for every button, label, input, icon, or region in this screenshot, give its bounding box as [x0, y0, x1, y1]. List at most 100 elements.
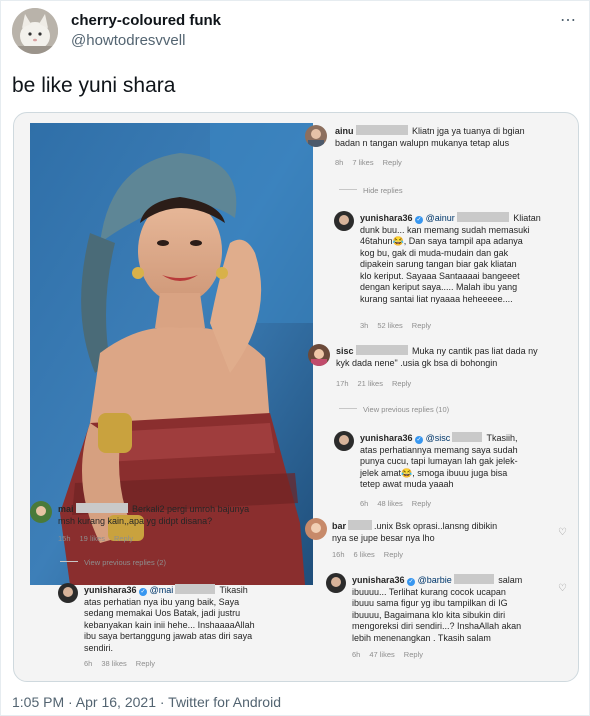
- comment-text: Muka ny cantik pas liat dada ny: [412, 346, 538, 356]
- view-previous-replies-link[interactable]: View previous replies (10): [339, 405, 449, 414]
- comment-user[interactable]: mai: [58, 504, 74, 514]
- commenter-avatar[interactable]: [334, 431, 354, 451]
- comment-time: 15h: [58, 534, 71, 543]
- comment-likes[interactable]: 21 likes: [358, 379, 383, 388]
- comment-text: klo keriput. Sayaaa Santaaaai bangeeet: [360, 270, 520, 281]
- comment-user[interactable]: sisc: [336, 346, 354, 356]
- comment-text: jelek amat😂, smoga ibuuu juga bisa: [360, 467, 508, 478]
- comment-user[interactable]: yunishara36: [360, 213, 413, 223]
- reply-link[interactable]: Reply: [412, 499, 431, 508]
- comment-text: 46tahun😂, Dan saya tampil apa adanya: [360, 236, 523, 246]
- comment-likes[interactable]: 6 likes: [354, 550, 375, 559]
- comment-text: Berkali2 pergi umroh bajunya: [132, 504, 250, 514]
- comment-user[interactable]: bar: [332, 521, 346, 531]
- tweet-media-image[interactable]: ainu Kliatn jga ya tuanya di bgian badan…: [13, 112, 579, 682]
- reply-link[interactable]: Reply: [114, 534, 133, 543]
- comment-meta: 3h 52 likes Reply: [360, 321, 440, 330]
- comment-ainu: ainu Kliatn jga ya tuanya di bgian badan…: [335, 125, 525, 149]
- comment-text: kyk dada nene" .usia gk bsa di bohongin: [336, 357, 498, 368]
- comment-text: Tkasiih,: [486, 433, 518, 443]
- view-previous-replies-link[interactable]: View previous replies (2): [60, 558, 166, 567]
- reply-link[interactable]: Reply: [383, 158, 402, 167]
- reply-link[interactable]: Reply: [384, 550, 403, 559]
- comment-text: ibuuuu... Terlihat kurang cocok ucapan: [352, 586, 506, 597]
- comment-text: Bsk oprasi..lansng dibikin: [395, 521, 498, 531]
- reply-yunishara-2: yunishara36 ✓ @sisc Tkasiih, atas perhat…: [360, 432, 570, 491]
- reply-yunishara-1: yunishara36 ✓ @ainur Kliatan dunk buu...…: [360, 212, 570, 305]
- commenter-avatar[interactable]: [334, 211, 354, 231]
- mention-link[interactable]: @ainur: [426, 213, 455, 223]
- comment-text: Kliatn jga ya tuanya di bgian: [412, 126, 525, 136]
- comment-text: Kliatan: [513, 213, 541, 223]
- user-handle[interactable]: @howtodresvvell: [71, 32, 185, 49]
- tweet-text: be like yuni shara: [12, 74, 176, 97]
- comment-likes[interactable]: 48 likes: [377, 499, 402, 508]
- redaction-block: [355, 125, 408, 135]
- commenter-avatar[interactable]: [305, 125, 327, 147]
- comment-meta: 6h 47 likes Reply: [352, 650, 432, 659]
- comment-meta: 15h 19 likes Reply: [58, 534, 142, 543]
- commenter-avatar[interactable]: [305, 518, 327, 540]
- comment-text: lebih menenangkan . Tkasih salam: [352, 632, 491, 643]
- comment-likes[interactable]: 19 likes: [80, 534, 105, 543]
- comment-time: 17h: [336, 379, 349, 388]
- comment-time: 6h: [360, 499, 369, 508]
- comment-text: msh kurang kain,,apa yg didpt disana?: [58, 515, 213, 526]
- commenter-avatar[interactable]: [326, 573, 346, 593]
- comment-user[interactable]: yunishara36: [352, 575, 405, 585]
- commenter-avatar[interactable]: [308, 344, 330, 366]
- more-options-icon[interactable]: ⋯: [560, 10, 577, 30]
- redaction-block: [452, 432, 483, 442]
- redaction-block: [75, 503, 128, 513]
- comment-likes[interactable]: 47 likes: [369, 650, 394, 659]
- reply-link[interactable]: Reply: [136, 659, 155, 668]
- reply-link[interactable]: Reply: [412, 321, 431, 330]
- redaction-block: [456, 212, 509, 222]
- tweet-timestamp-source[interactable]: 1:05 PM · Apr 16, 2021 · Twitter for And…: [12, 694, 281, 710]
- commenter-avatar[interactable]: [58, 583, 78, 603]
- mention-link[interactable]: @sisc: [426, 433, 451, 443]
- comment-time: 8h: [335, 158, 344, 167]
- commenter-avatar[interactable]: [30, 501, 52, 523]
- comment-text: salam: [498, 575, 523, 585]
- reply-yunishara-4: yunishara36 ✓ @barbie salam ibuuuu... Te…: [352, 574, 564, 644]
- comment-user-tail: .unix: [374, 521, 394, 531]
- comment-text: ibuuu sama figur yg ibu tampilkan di IG: [352, 598, 508, 608]
- hide-replies-link[interactable]: Hide replies: [339, 186, 403, 195]
- redaction-block: [175, 584, 216, 594]
- comment-user[interactable]: yunishara36: [84, 585, 137, 595]
- comment-likes[interactable]: 52 likes: [377, 321, 402, 330]
- comment-text: atas perhatian nya ibu yang baik, Saya: [84, 596, 240, 607]
- comment-likes[interactable]: 7 likes: [352, 158, 373, 167]
- comment-text: atas perhatiannya memang saya sudah: [360, 444, 518, 455]
- comment-likes[interactable]: 38 likes: [101, 659, 126, 668]
- comment-meta: 6h 38 likes Reply: [84, 659, 164, 668]
- reply-link[interactable]: Reply: [404, 650, 423, 659]
- comment-text: sendiri.: [84, 642, 114, 653]
- redaction-block: [355, 345, 408, 355]
- tweet-card: cherry-coloured funk @howtodresvvell ⋯ b…: [0, 0, 590, 716]
- like-heart-icon[interactable]: ♡: [558, 583, 567, 594]
- comment-text: Tikasih: [219, 585, 248, 595]
- comment-user[interactable]: ainu: [335, 126, 354, 136]
- comment-text: badan n tangan walupn mukanya tetap alus: [335, 137, 510, 148]
- like-heart-icon[interactable]: ♡: [558, 527, 567, 538]
- mention-link[interactable]: @barbie: [418, 575, 452, 585]
- comment-user[interactable]: yunishara36: [360, 433, 413, 443]
- comment-time: 6h: [352, 650, 361, 659]
- mention-link[interactable]: @mai: [150, 585, 174, 595]
- comment-time: 3h: [360, 321, 369, 330]
- comment-time: 16h: [332, 550, 345, 559]
- comment-text: kebanyakan kain inii hehe... InshaaaaAll…: [84, 619, 255, 630]
- comment-meta: 17h 21 likes Reply: [336, 379, 420, 388]
- avatar[interactable]: [12, 8, 58, 54]
- comment-text: kurang santai liat nyaaaa heheeeee....: [360, 293, 513, 304]
- verified-badge-icon: ✓: [415, 216, 424, 224]
- comment-text: kog bu, gak di muda-mudain dan gak: [360, 247, 509, 258]
- reply-link[interactable]: Reply: [392, 379, 411, 388]
- verified-badge-icon: ✓: [415, 436, 424, 444]
- display-name[interactable]: cherry-coloured funk: [71, 12, 221, 29]
- verified-badge-icon: ✓: [139, 588, 148, 596]
- cat-avatar-image: [12, 8, 58, 54]
- comment-meta: 8h 7 likes Reply: [335, 158, 411, 167]
